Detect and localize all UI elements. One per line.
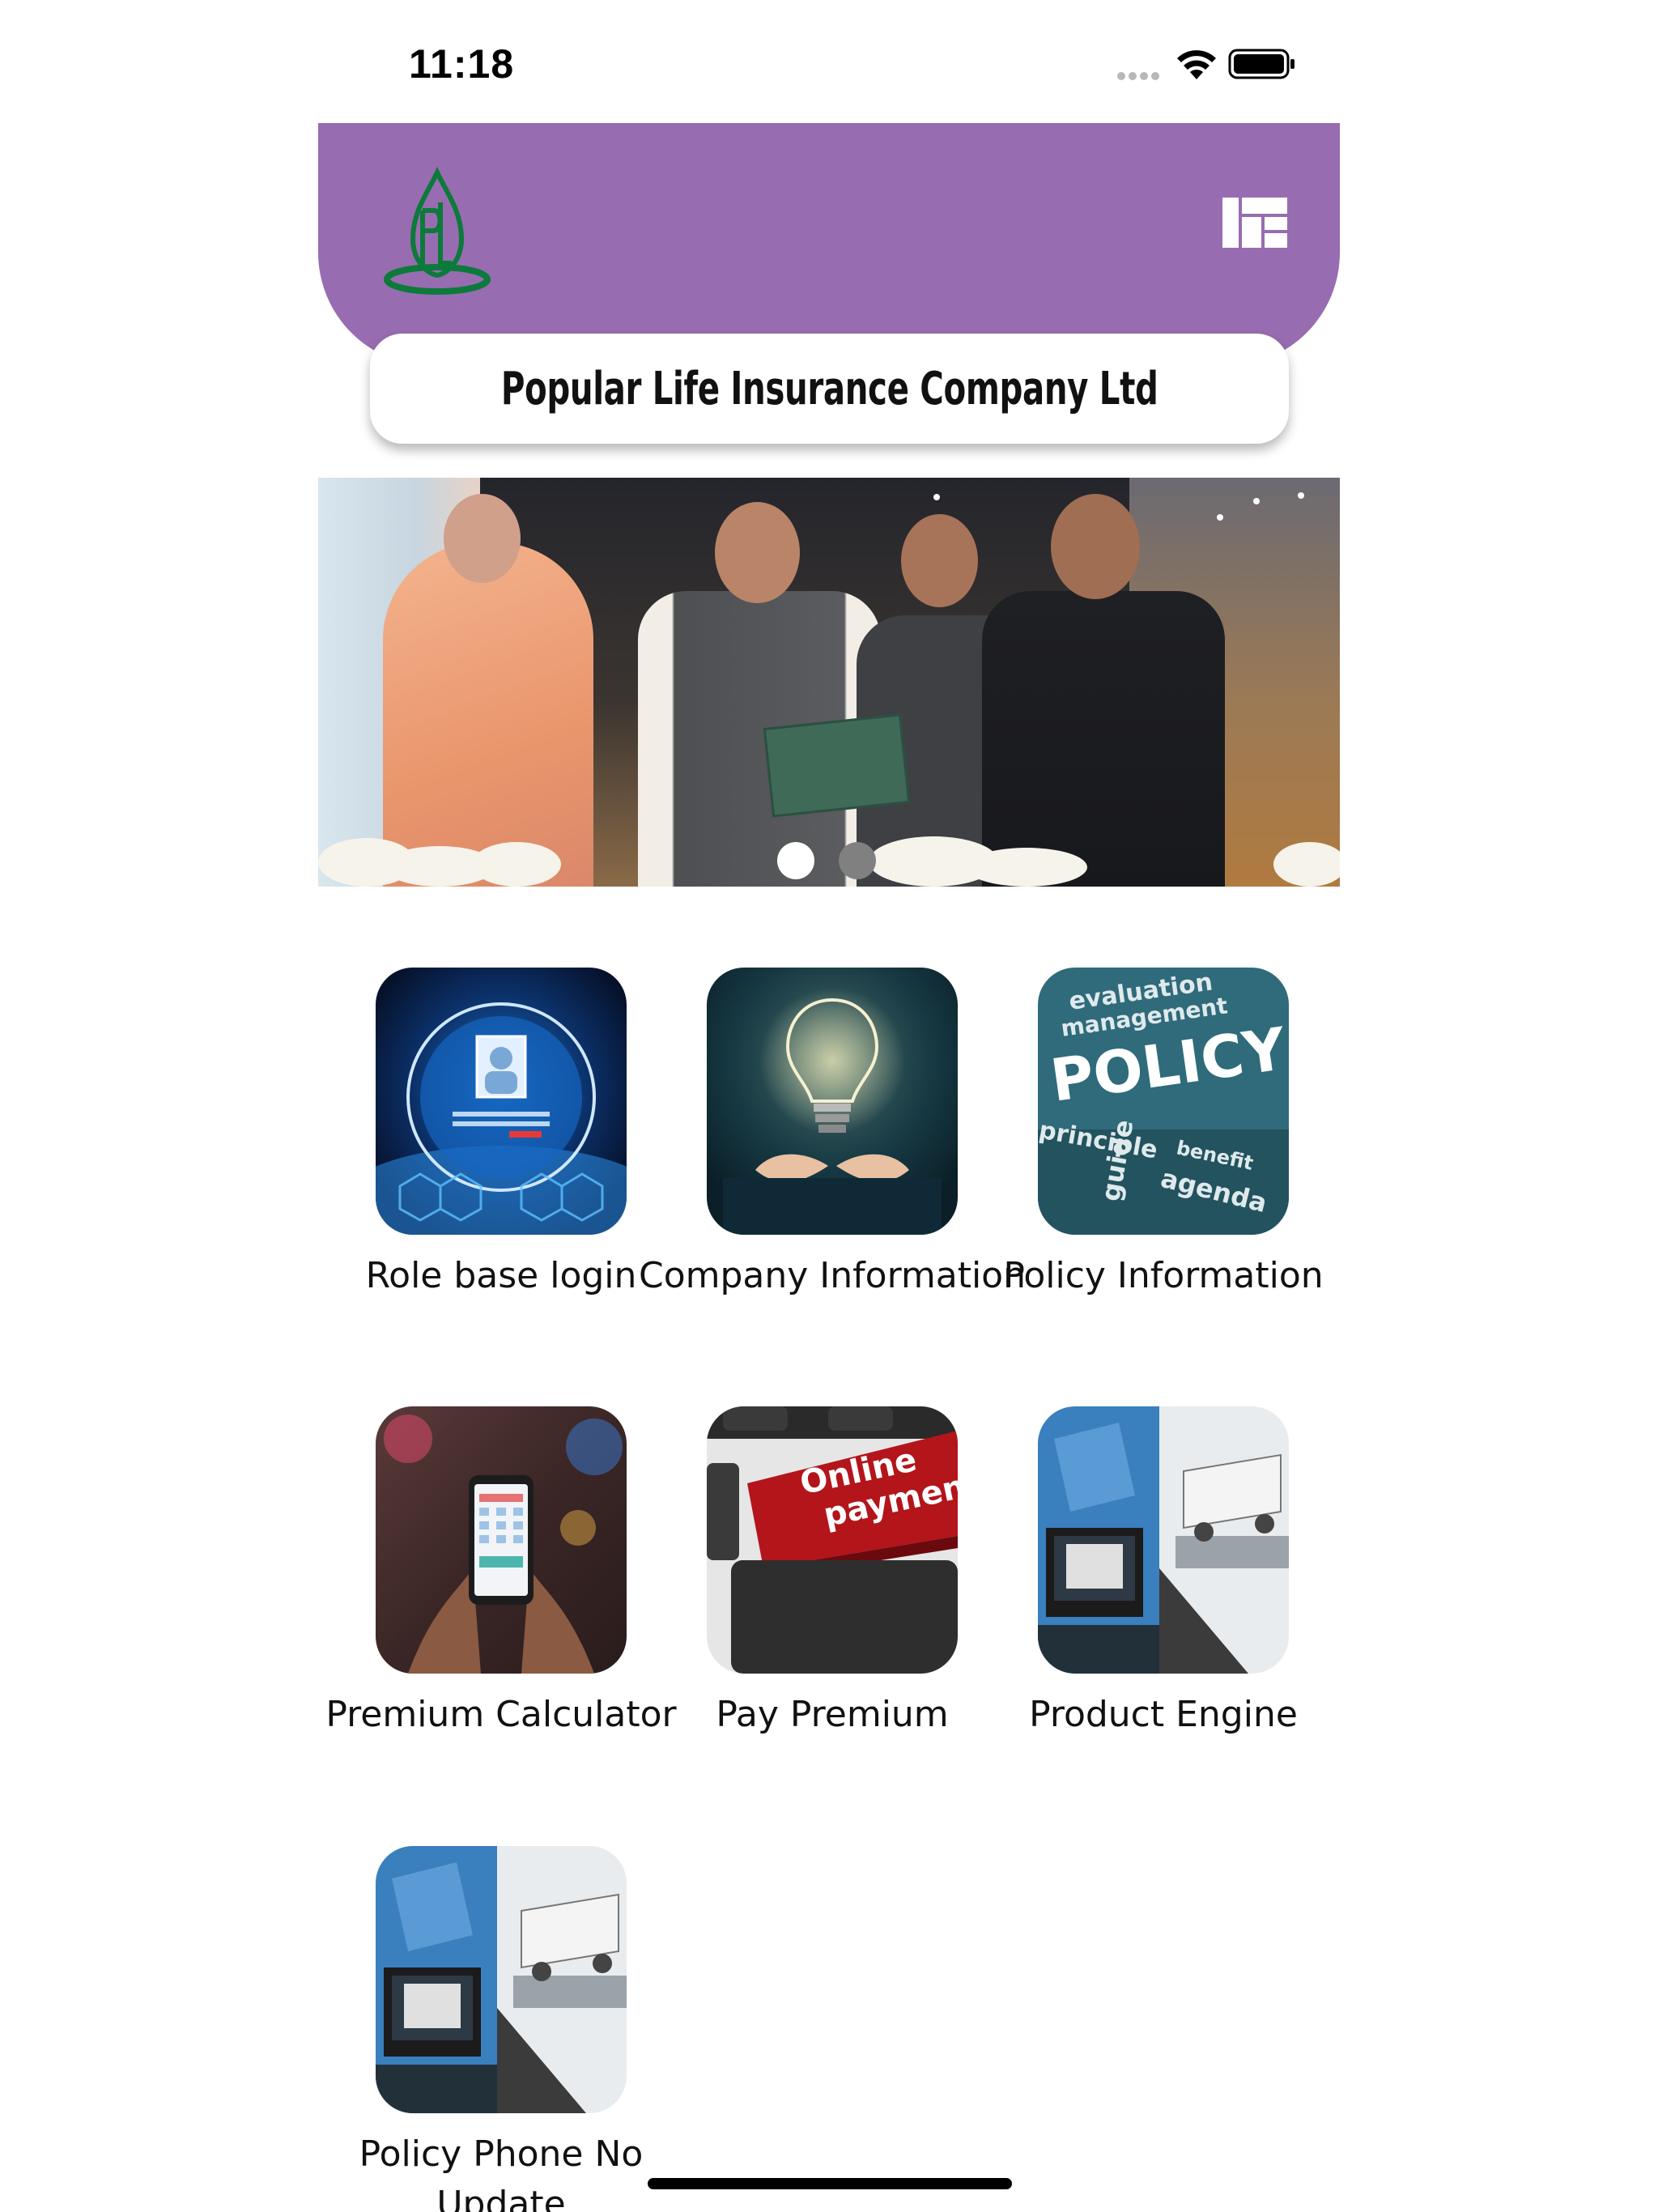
banner-certificate bbox=[763, 713, 911, 818]
tile-label: Policy Information bbox=[1003, 1255, 1324, 1296]
product-engine-icon bbox=[376, 1846, 627, 2113]
status-time: 11:18 bbox=[409, 41, 515, 87]
company-name: Popular Life Insurance Company Ltd bbox=[500, 362, 1158, 415]
lightbulb-hands-icon bbox=[707, 968, 958, 1235]
tile-label: Product Engine bbox=[1029, 1694, 1298, 1735]
phone-calculator-icon bbox=[376, 1406, 627, 1674]
plic-logo-icon bbox=[384, 166, 491, 295]
tile-label: Policy Phone No Update bbox=[359, 2133, 644, 2212]
carousel-dot-active[interactable] bbox=[777, 842, 814, 879]
cellular-signal-icon bbox=[1117, 70, 1163, 84]
login-profile-icon bbox=[376, 968, 627, 1235]
online-payment-key-icon: Online payment bbox=[707, 1406, 958, 1674]
dashboard-grid-icon[interactable] bbox=[1222, 198, 1287, 248]
company-title-card: Popular Life Insurance Company Ltd bbox=[370, 334, 1289, 444]
carousel-dot[interactable] bbox=[839, 842, 876, 879]
status-icons bbox=[1117, 45, 1303, 86]
wifi-icon bbox=[1177, 50, 1216, 79]
app-screen: 11:18 Popular Life Insurance Company Ltd bbox=[0, 0, 1658, 2212]
policy-wordcloud-icon: evaluation management POLICY principle b… bbox=[1038, 968, 1289, 1235]
battery-icon bbox=[1228, 49, 1295, 79]
banner-carousel[interactable] bbox=[318, 478, 1340, 887]
home-indicator[interactable] bbox=[648, 2178, 1012, 2189]
product-engine-icon bbox=[1038, 1406, 1289, 1674]
